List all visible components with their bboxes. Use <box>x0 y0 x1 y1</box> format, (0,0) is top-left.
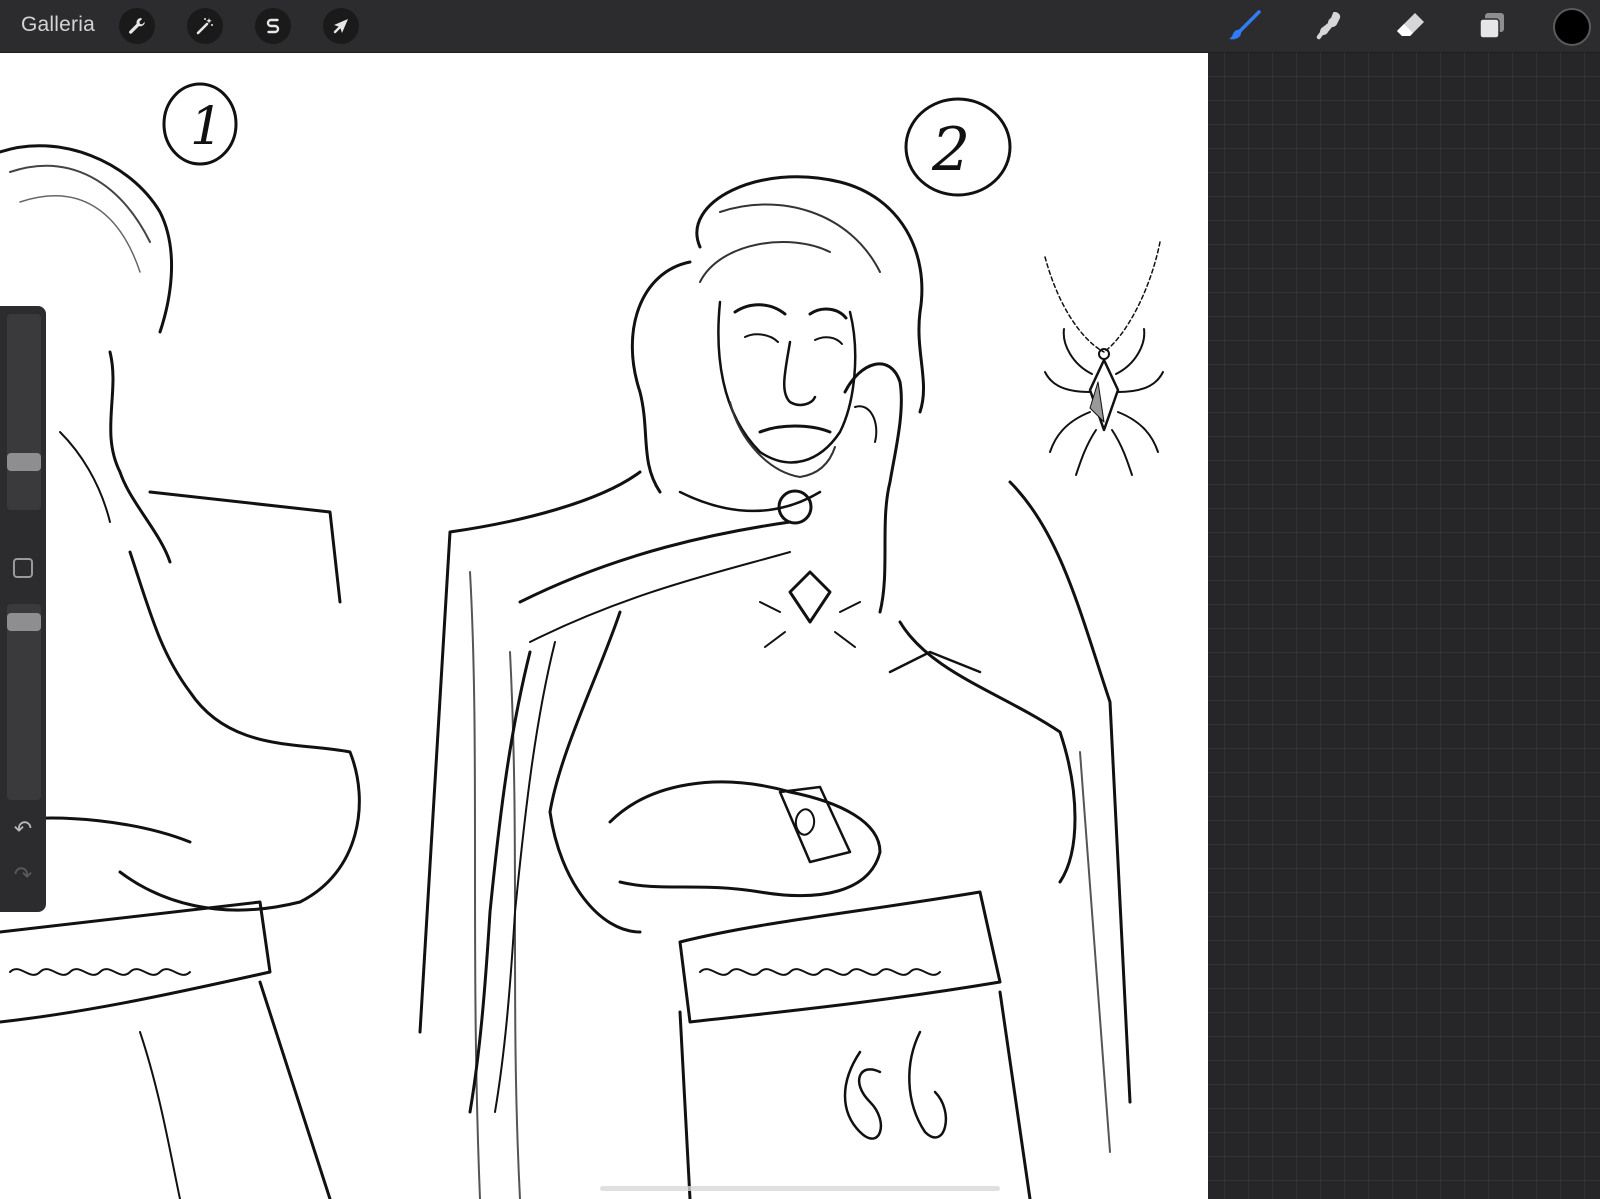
eraser-tool-button[interactable] <box>1390 8 1430 44</box>
undo-button[interactable]: ↶ <box>10 818 36 840</box>
layers-icon <box>1479 13 1504 39</box>
figure-label-1: 1 <box>190 97 223 157</box>
brush-tool-button[interactable] <box>1226 8 1266 44</box>
smudge-icon <box>1316 12 1341 40</box>
brush-size-slider[interactable] <box>7 314 41 510</box>
wrench-icon <box>129 18 145 34</box>
actions-button[interactable] <box>119 8 155 44</box>
sketch-artwork: 1 2 <box>0 82 1164 1199</box>
redo-button[interactable]: ↷ <box>10 864 36 886</box>
brush-opacity-slider[interactable] <box>7 604 41 800</box>
transform-button[interactable] <box>323 8 359 44</box>
smudge-tool-button[interactable] <box>1308 8 1348 44</box>
arrow-cursor-icon <box>333 19 348 34</box>
left-sidebar: ↶ ↷ <box>0 306 46 912</box>
magic-wand-icon <box>196 18 213 35</box>
figure-label-2: 2 <box>931 115 970 185</box>
brush-size-thumb[interactable] <box>7 453 41 471</box>
brush-opacity-thumb[interactable] <box>7 613 41 631</box>
top-toolbar: Galleria <box>0 0 1600 53</box>
home-indicator <box>600 1186 1000 1191</box>
adjustments-button[interactable] <box>187 8 223 44</box>
modify-button[interactable] <box>13 558 33 578</box>
selection-s-icon <box>266 18 280 34</box>
drawing-canvas[interactable]: 1 2 <box>0 52 1208 1199</box>
eraser-icon <box>1397 13 1424 36</box>
brush-icon <box>1229 10 1261 40</box>
color-picker-swatch[interactable] <box>1553 8 1591 46</box>
layers-button[interactable] <box>1472 8 1512 44</box>
gallery-button[interactable]: Galleria <box>21 13 95 37</box>
selection-button[interactable] <box>255 8 291 44</box>
